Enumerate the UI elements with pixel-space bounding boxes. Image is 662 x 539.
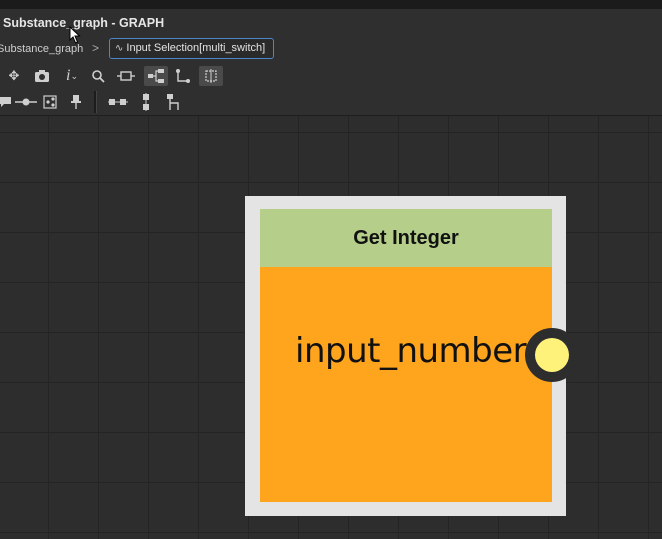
- grid-snap-icon[interactable]: [199, 66, 223, 86]
- window-title: Substance_graph - GRAPH: [0, 9, 662, 37]
- camera-icon[interactable]: [32, 66, 52, 86]
- output-port[interactable]: [525, 328, 579, 382]
- search-icon[interactable]: [88, 66, 108, 86]
- breadcrumb-current[interactable]: ∿ Input Selection[multi_switch]: [109, 38, 274, 59]
- toolbar-separator: [94, 91, 97, 113]
- connector-icon[interactable]: [14, 92, 38, 112]
- output-port-label: input_number: [295, 331, 527, 371]
- pin-icon[interactable]: [66, 92, 86, 112]
- graph-node-icon[interactable]: [40, 92, 60, 112]
- breadcrumb: Substance_graph > ∿ Input Selection[multi…: [0, 37, 662, 63]
- breadcrumb-separator: >: [92, 41, 100, 55]
- align-vertical-icon[interactable]: [136, 92, 156, 112]
- align-horizontal-icon[interactable]: [106, 92, 130, 112]
- node-title[interactable]: Get Integer: [260, 209, 552, 267]
- distribute-icon[interactable]: [164, 92, 184, 112]
- multi-switch-icon: ∿: [115, 43, 124, 54]
- frame-selection-icon[interactable]: [116, 66, 136, 86]
- breadcrumb-current-label: Input Selection[multi_switch]: [126, 42, 266, 54]
- mouse-cursor-icon: [69, 26, 81, 44]
- graph-toolbar-primary: ✥ i ⌄: [0, 63, 662, 89]
- layout-tree-icon[interactable]: [144, 66, 168, 86]
- info-icon[interactable]: i ⌄: [62, 66, 82, 86]
- node-body[interactable]: [260, 267, 552, 502]
- breadcrumb-root[interactable]: Substance_graph: [0, 43, 83, 55]
- link-style-icon[interactable]: [173, 66, 193, 86]
- graph-toolbar-secondary: [0, 89, 662, 116]
- output-port-dot-icon: [535, 338, 569, 372]
- move-view-icon[interactable]: ✥: [4, 66, 24, 86]
